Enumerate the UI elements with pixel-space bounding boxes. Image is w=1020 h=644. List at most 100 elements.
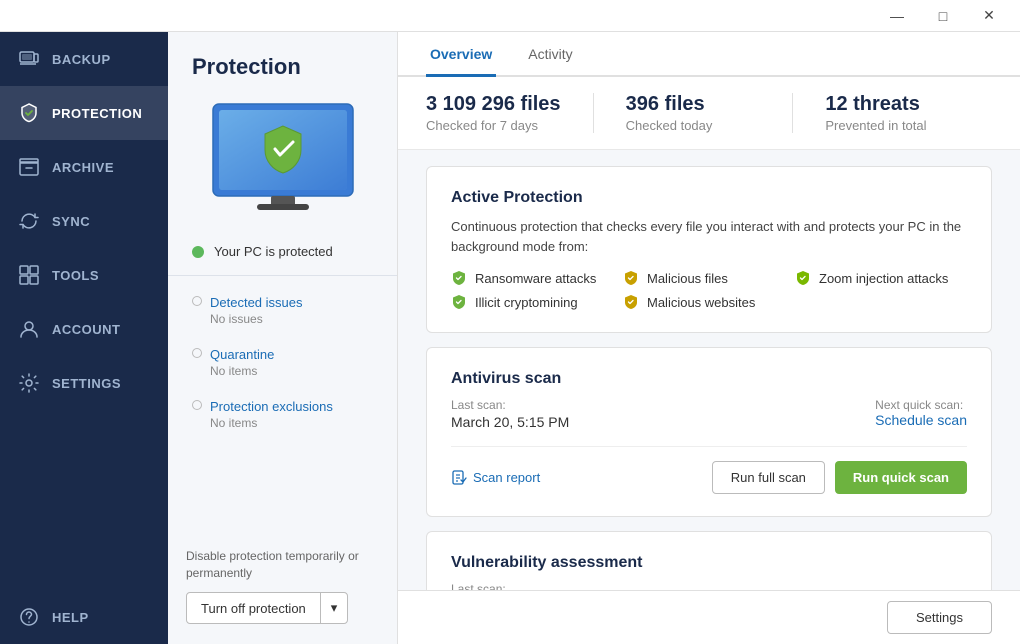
scan-report-link[interactable]: Scan report (451, 470, 540, 486)
turn-off-label: Turn off protection (187, 594, 320, 623)
active-protection-card: Active Protection Continuous protection … (426, 166, 992, 333)
sidebar-item-settings[interactable]: SETTINGS (0, 356, 168, 410)
close-button[interactable]: ✕ (966, 0, 1012, 32)
sidebar-label-sync: SYNC (52, 214, 90, 229)
protection-panel-title: Protection (168, 32, 397, 96)
disable-text: Disable protection temporarily or perman… (186, 548, 379, 582)
minimize-button[interactable]: — (874, 0, 920, 32)
sidebar-item-account[interactable]: ACCOUNT (0, 302, 168, 356)
shield-green2-icon (451, 294, 467, 310)
bullet-detected (192, 296, 202, 306)
antivirus-scan-card: Antivirus scan Last scan: March 20, 5:15… (426, 347, 992, 517)
feature-cryptomining-label: Illicit cryptomining (475, 295, 578, 310)
active-protection-desc: Continuous protection that checks every … (451, 217, 967, 256)
report-icon (451, 470, 467, 486)
vuln-scan-col: Last scan: March 20, 5:15 PM (451, 582, 569, 590)
settings-icon (18, 372, 40, 394)
sidebar-label-archive: ARCHIVE (52, 160, 114, 175)
shield-lime-icon (795, 270, 811, 286)
stat-checked-today: 396 files Checked today (593, 93, 793, 133)
exclusions-sub: No items (210, 416, 333, 430)
stat-files-number: 3 109 296 files (426, 93, 593, 116)
feature-malicious-files: Malicious files (623, 270, 795, 286)
stat-files-checked: 3 109 296 files Checked for 7 days (426, 93, 593, 133)
backup-icon (18, 48, 40, 70)
stat-threats-label: Prevented in total (825, 118, 992, 133)
title-bar: — □ ✕ (0, 0, 1020, 32)
feature-malicious-files-label: Malicious files (647, 271, 728, 286)
vuln-last-scan-label: Last scan: (451, 582, 569, 590)
detected-issues-item: Detected issues No issues (168, 284, 397, 336)
features-grid: Ransomware attacks Malicious files (451, 270, 967, 310)
next-scan-col: Next quick scan: Schedule scan (875, 398, 967, 430)
stat-today-label: Checked today (626, 118, 793, 133)
bullet-exclusions (192, 400, 202, 410)
vulnerability-info: Last scan: March 20, 5:15 PM (451, 582, 967, 590)
feature-malicious-websites: Malicious websites (623, 294, 795, 310)
sidebar-label-account: ACCOUNT (52, 322, 121, 337)
tab-overview[interactable]: Overview (426, 32, 496, 77)
tools-icon (18, 264, 40, 286)
sidebar: BACKUP PROTECTION ARCHIVE (0, 32, 168, 644)
stats-bar: 3 109 296 files Checked for 7 days 396 f… (398, 77, 1020, 150)
sidebar-item-help[interactable]: HELP (0, 590, 168, 644)
tab-activity[interactable]: Activity (524, 32, 576, 77)
sidebar-item-protection[interactable]: PROTECTION (0, 86, 168, 140)
status-indicator: Your PC is protected (168, 236, 397, 275)
last-scan-col: Last scan: March 20, 5:15 PM (451, 398, 569, 430)
sidebar-label-protection: PROTECTION (52, 106, 142, 121)
sidebar-label-help: HELP (52, 610, 89, 625)
next-scan-label: Next quick scan: (875, 398, 967, 412)
bottom-bar: Settings (398, 590, 1020, 644)
last-scan-value: March 20, 5:15 PM (451, 414, 569, 430)
feature-cryptomining: Illicit cryptomining (451, 294, 623, 310)
protection-panel: Protection (168, 32, 398, 644)
schedule-scan-link[interactable]: Schedule scan (875, 412, 967, 428)
vulnerability-card: Vulnerability assessment Last scan: Marc… (426, 531, 992, 590)
quarantine-link[interactable]: Quarantine (210, 347, 274, 362)
vulnerability-title: Vulnerability assessment (451, 554, 967, 572)
feature-zoom-label: Zoom injection attacks (819, 271, 948, 286)
account-icon (18, 318, 40, 340)
bullet-quarantine (192, 348, 202, 358)
sidebar-item-sync[interactable]: SYNC (0, 194, 168, 248)
stat-threats: 12 threats Prevented in total (792, 93, 992, 133)
disable-section: Disable protection temporarily or perman… (168, 532, 397, 644)
shield-yellow2-icon (623, 294, 639, 310)
settings-button[interactable]: Settings (887, 601, 992, 634)
sidebar-item-archive[interactable]: ARCHIVE (0, 140, 168, 194)
help-icon (18, 606, 40, 628)
sync-icon (18, 210, 40, 232)
stat-today-number: 396 files (626, 93, 793, 116)
active-protection-title: Active Protection (451, 189, 967, 207)
sidebar-item-tools[interactable]: TOOLS (0, 248, 168, 302)
turn-off-protection-button[interactable]: Turn off protection ▾ (186, 592, 348, 624)
scan-actions: Scan report Run full scan Run quick scan (451, 446, 967, 494)
detected-issues-sub: No issues (210, 312, 303, 326)
sidebar-label-settings: SETTINGS (52, 376, 121, 391)
main-content: Overview Activity 3 109 296 files Checke… (398, 32, 1020, 644)
maximize-button[interactable]: □ (920, 0, 966, 32)
feature-ransomware: Ransomware attacks (451, 270, 623, 286)
antivirus-title: Antivirus scan (451, 370, 967, 388)
content-area: Protection (168, 32, 1020, 644)
sidebar-label-backup: BACKUP (52, 52, 111, 67)
shield-yellow-icon (623, 270, 639, 286)
scan-report-text: Scan report (473, 470, 540, 485)
protection-icon (18, 102, 40, 124)
last-scan-label: Last scan: (451, 398, 569, 412)
run-full-scan-button[interactable]: Run full scan (712, 461, 825, 494)
status-dot (192, 246, 204, 258)
detected-issues-link[interactable]: Detected issues (210, 295, 303, 310)
stat-files-label: Checked for 7 days (426, 118, 593, 133)
shield-green-icon (451, 270, 467, 286)
feature-ransomware-label: Ransomware attacks (475, 271, 596, 286)
sidebar-item-backup[interactable]: BACKUP (0, 32, 168, 86)
run-quick-scan-button[interactable]: Run quick scan (835, 461, 967, 494)
scan-info: Last scan: March 20, 5:15 PM Next quick … (451, 398, 967, 430)
scrollable-area: Active Protection Continuous protection … (398, 150, 1020, 590)
exclusions-link[interactable]: Protection exclusions (210, 399, 333, 414)
scan-buttons: Run full scan Run quick scan (712, 461, 967, 494)
tabs-bar: Overview Activity (398, 32, 1020, 77)
exclusions-item: Protection exclusions No items (168, 388, 397, 440)
